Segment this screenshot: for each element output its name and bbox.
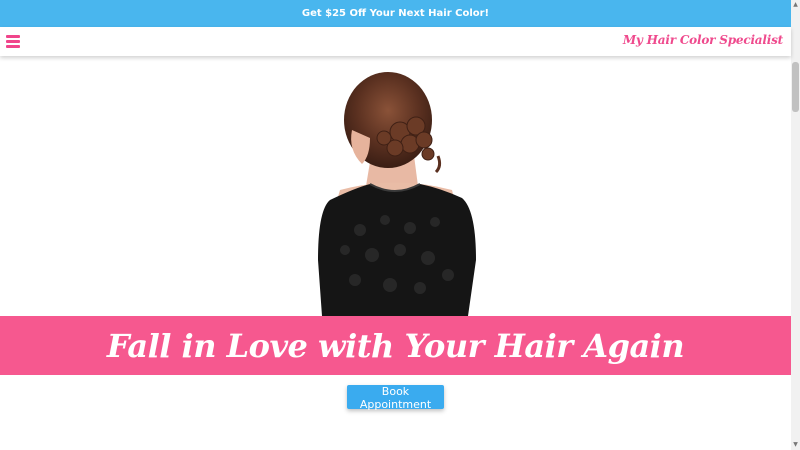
promo-text[interactable]: Get $25 Off Your Next Hair Color! xyxy=(302,8,489,19)
book-appointment-button[interactable]: Book Appointment xyxy=(347,385,444,411)
site-header: My Hair Color Specialist xyxy=(0,27,791,56)
vertical-scrollbar[interactable]: ▲ ▼ xyxy=(791,0,800,450)
promo-bar[interactable]: Get $25 Off Your Next Hair Color! xyxy=(0,0,791,27)
hero-title: Fall in Love with Your Hair Again xyxy=(106,326,685,365)
hamburger-menu-icon[interactable] xyxy=(6,35,20,48)
scrollbar-thumb[interactable] xyxy=(792,62,799,112)
scroll-down-arrow-icon[interactable]: ▼ xyxy=(791,440,800,450)
scroll-up-arrow-icon[interactable]: ▲ xyxy=(791,0,800,10)
hero-banner: Fall in Love with Your Hair Again xyxy=(0,316,791,375)
hero-image xyxy=(300,60,490,316)
site-logo[interactable]: My Hair Color Specialist xyxy=(623,33,783,47)
